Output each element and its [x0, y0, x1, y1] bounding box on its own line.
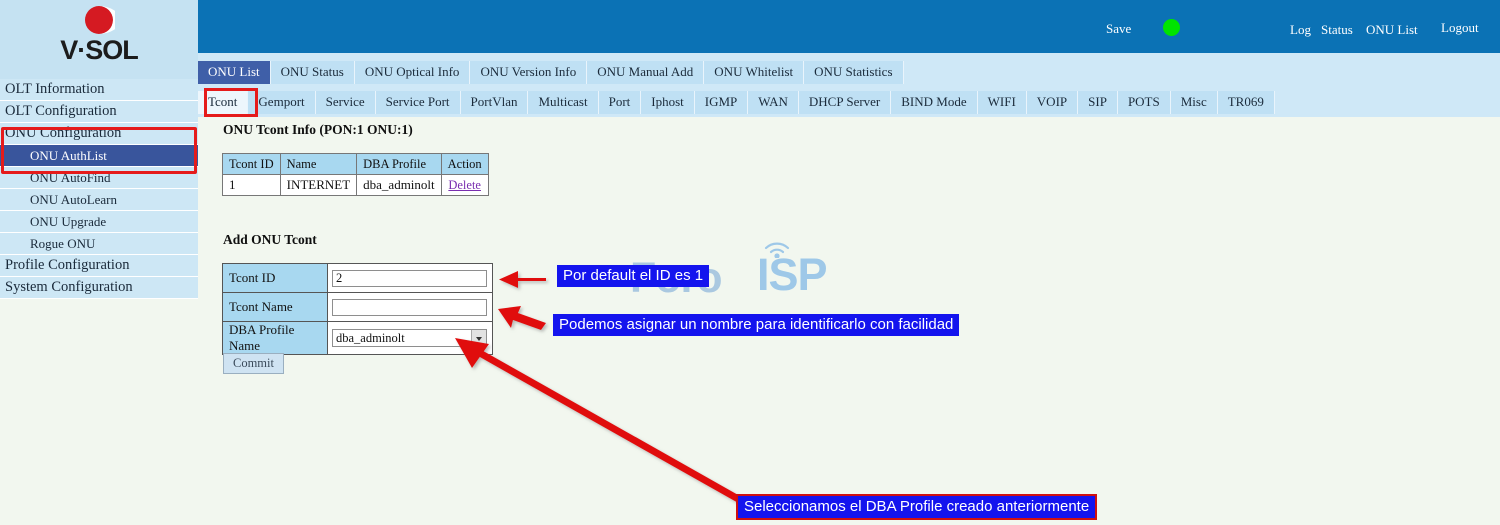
save-button[interactable]: Save [1106, 21, 1131, 37]
cell-name: INTERNET [279, 174, 358, 196]
table-row: 1 INTERNET dba_adminolt Delete [222, 174, 489, 196]
column-header-dba-profile: DBA Profile [356, 153, 442, 175]
tcont-name-input[interactable] [332, 298, 487, 316]
logout-button[interactable]: Logout [1441, 20, 1479, 36]
commit-button[interactable]: Commit [223, 353, 284, 374]
form-row-dba-profile: DBA Profile Name dba_adminolt [222, 321, 493, 355]
sidebar-item-label: ONU Configuration [5, 125, 122, 141]
tab-bind-mode[interactable]: BIND Mode [891, 91, 978, 114]
tab-onu-manual-add[interactable]: ONU Manual Add [587, 61, 705, 84]
sidebar-item-onu-authlist[interactable]: ONU AuthList [0, 145, 198, 167]
tab-voip[interactable]: VOIP [1026, 91, 1079, 114]
delete-link[interactable]: Delete [448, 178, 481, 192]
tab-gemport[interactable]: Gemport [248, 91, 316, 114]
label-tcont-name: Tcont Name [222, 292, 328, 322]
cell-dba-profile: dba_adminolt [356, 174, 442, 196]
annotation-callout-dba-profile: Seleccionamos el DBA Profile creado ante… [736, 494, 1098, 520]
dba-profile-selected-value: dba_adminolt [336, 331, 405, 345]
column-header-tcont-id: Tcont ID [222, 153, 281, 175]
tcont-id-input[interactable] [332, 269, 487, 287]
sidebar-item-olt-information[interactable]: OLT Information [0, 79, 198, 101]
tab-tcont[interactable]: Tcont [198, 91, 249, 114]
tab-misc[interactable]: Misc [1170, 91, 1218, 114]
sidebar-item-label: OLT Configuration [5, 103, 117, 119]
header-link-onu-list[interactable]: ONU List [1366, 22, 1418, 38]
tab-onu-optical-info[interactable]: ONU Optical Info [354, 61, 471, 84]
header-link-status[interactable]: Status [1321, 22, 1353, 38]
tab-tr069[interactable]: TR069 [1217, 91, 1275, 114]
tab-onu-statistics[interactable]: ONU Statistics [804, 61, 904, 84]
chevron-down-icon[interactable] [471, 330, 486, 346]
sidebar-item-label: OLT Information [5, 81, 105, 97]
tab-pots[interactable]: POTS [1117, 91, 1171, 114]
form-row-tcont-id: Tcont ID [222, 263, 493, 293]
sidebar-item-system-configuration[interactable]: System Configuration [0, 277, 198, 299]
field-cell-dba-profile: dba_adminolt [327, 321, 493, 355]
table-header-row: Tcont ID Name DBA Profile Action [222, 153, 489, 175]
annotation-callout-tcont-id: Por default el ID es 1 [557, 265, 710, 287]
sidebar-item-label: ONU Upgrade [30, 214, 107, 229]
tab-onu-whitelist[interactable]: ONU Whitelist [704, 61, 805, 84]
tab-strip: ONU List ONU Status ONU Optical Info ONU… [198, 53, 1500, 117]
tab-sip[interactable]: SIP [1078, 91, 1118, 114]
sidebar-item-label: Profile Configuration [5, 257, 130, 273]
label-tcont-id: Tcont ID [222, 263, 328, 293]
annotation-callout-tcont-name: Podemos asignar un nombre para identific… [553, 314, 960, 336]
tab-multicast[interactable]: Multicast [528, 91, 599, 114]
column-header-name: Name [279, 153, 358, 175]
sidebar-item-onu-upgrade[interactable]: ONU Upgrade [0, 211, 198, 233]
sidebar-item-label: ONU AuthList [30, 148, 107, 163]
sidebar-item-profile-configuration[interactable]: Profile Configuration [0, 255, 198, 277]
tab-onu-version-info[interactable]: ONU Version Info [470, 61, 588, 84]
header-link-log[interactable]: Log [1290, 22, 1311, 38]
tab-onu-list[interactable]: ONU List [198, 61, 271, 84]
brand-logo-block: V·SOL [0, 0, 198, 79]
sidebar-item-label: Rogue ONU [30, 236, 96, 251]
onu-tcont-info-title: ONU Tcont Info (PON:1 ONU:1) [223, 122, 413, 137]
onu-tcont-info-table: Tcont ID Name DBA Profile Action 1 INTER… [222, 153, 489, 196]
tab-wifi[interactable]: WIFI [977, 91, 1027, 114]
green-status-dot-icon [1163, 19, 1180, 36]
tab-dhcp-server[interactable]: DHCP Server [798, 91, 892, 114]
sidebar-empty-area [0, 299, 198, 516]
sidebar-item-onu-configuration[interactable]: ONU Configuration [0, 123, 198, 145]
tab-service-port[interactable]: Service Port [375, 91, 461, 114]
tab-portvlan[interactable]: PortVlan [460, 91, 529, 114]
field-cell-tcont-id [327, 263, 493, 293]
add-onu-tcont-title: Add ONU Tcont [223, 232, 317, 247]
form-row-tcont-name: Tcont Name [222, 292, 493, 322]
sidebar-item-onu-autolearn[interactable]: ONU AutoLearn [0, 189, 198, 211]
tab-onu-status[interactable]: ONU Status [270, 61, 355, 84]
sidebar-item-olt-configuration[interactable]: OLT Configuration [0, 101, 198, 123]
dba-profile-select[interactable]: dba_adminolt [332, 329, 487, 347]
sidebar: V·SOL OLT Information OLT Configuration … [0, 0, 198, 525]
sidebar-item-label: System Configuration [5, 279, 133, 295]
primary-tab-row: ONU List ONU Status ONU Optical Info ONU… [198, 61, 904, 84]
sidebar-item-label: ONU AutoFind [30, 170, 111, 185]
secondary-tab-row: Tcont Gemport Service Service Port PortV… [198, 91, 1275, 114]
add-onu-tcont-form: Tcont ID Tcont Name DBA Profile Name [222, 263, 493, 355]
tab-port[interactable]: Port [598, 91, 642, 114]
sidebar-item-onu-autofind[interactable]: ONU AutoFind [0, 167, 198, 189]
sidebar-item-rogue-onu[interactable]: Rogue ONU [0, 233, 198, 255]
tab-iphost[interactable]: Iphost [641, 91, 695, 114]
cell-tcont-id: 1 [222, 174, 281, 196]
column-header-action: Action [440, 153, 489, 175]
tab-wan[interactable]: WAN [748, 91, 799, 114]
vsol-sphere-logo-icon [85, 6, 115, 34]
top-header-bar: Save Log Status ONU List Logout [198, 0, 1500, 53]
sidebar-item-label: ONU AutoLearn [30, 192, 118, 207]
cell-action: Delete [440, 174, 489, 196]
field-cell-tcont-name [327, 292, 493, 322]
tab-service[interactable]: Service [315, 91, 376, 114]
label-dba-profile-name: DBA Profile Name [222, 321, 328, 355]
app-root: V·SOL OLT Information OLT Configuration … [0, 0, 1500, 525]
brand-logo-text: V·SOL [60, 35, 139, 65]
tab-igmp[interactable]: IGMP [694, 91, 749, 114]
